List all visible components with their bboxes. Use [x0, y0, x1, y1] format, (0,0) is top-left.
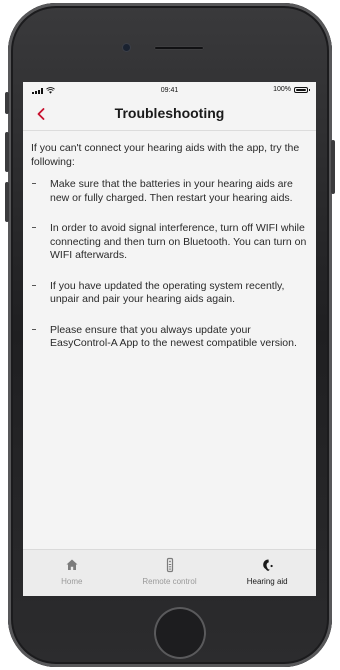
list-item: Make sure that the batteries in your hea…	[31, 178, 309, 205]
tab-bar: Home Remote control Hearing aid	[23, 549, 316, 596]
battery-percent: 100%	[273, 86, 291, 93]
home-icon	[66, 559, 78, 570]
app-screen: 09:41 100% Troubleshooting If you can't …	[23, 82, 316, 596]
troubleshooting-content: If you can't connect your hearing aids w…	[23, 131, 316, 549]
battery-icon	[294, 86, 310, 93]
tab-home[interactable]: Home	[23, 550, 121, 596]
hearing-aid-icon	[263, 559, 273, 571]
remote-control-icon	[166, 557, 173, 573]
bullet-icon	[32, 227, 36, 228]
tip-text: Please ensure that you always update you…	[50, 323, 297, 350]
tab-label: Remote control	[142, 577, 197, 586]
tab-label: Home	[61, 577, 83, 586]
device-frame: 09:41 100% Troubleshooting If you can't …	[0, 0, 340, 670]
tab-hearing-aid[interactable]: Hearing aid	[218, 550, 316, 596]
list-item: If you have updated the operating system…	[31, 280, 309, 307]
tab-remote-control[interactable]: Remote control	[121, 550, 219, 596]
volume-down-button[interactable]	[5, 182, 9, 222]
bullet-icon	[32, 284, 36, 286]
tip-list: Make sure that the batteries in your hea…	[31, 178, 309, 368]
tab-label: Hearing aid	[246, 577, 288, 586]
page-title: Troubleshooting	[114, 105, 225, 121]
home-button[interactable]	[154, 607, 206, 659]
power-button[interactable]	[331, 140, 335, 194]
tip-text: Make sure that the batteries in your hea…	[50, 178, 293, 204]
tip-text: If you have updated the operating system…	[50, 279, 285, 306]
tip-text: In order to avoid signal interference, t…	[50, 222, 307, 261]
status-right: 100%	[273, 86, 310, 93]
navigation-bar: Troubleshooting	[23, 98, 316, 131]
earpiece-speaker	[154, 46, 204, 50]
bullet-icon	[32, 183, 36, 184]
list-item: Please ensure that you always update you…	[31, 324, 309, 351]
status-bar: 09:41 100%	[23, 82, 316, 98]
intro-text: If you can't connect your hearing aids w…	[31, 142, 300, 168]
volume-up-button[interactable]	[5, 132, 9, 172]
bullet-icon	[32, 328, 36, 330]
status-time: 09:41	[160, 87, 179, 94]
front-camera	[123, 44, 130, 51]
mute-switch[interactable]	[5, 92, 9, 114]
list-item: In order to avoid signal interference, t…	[31, 222, 309, 263]
